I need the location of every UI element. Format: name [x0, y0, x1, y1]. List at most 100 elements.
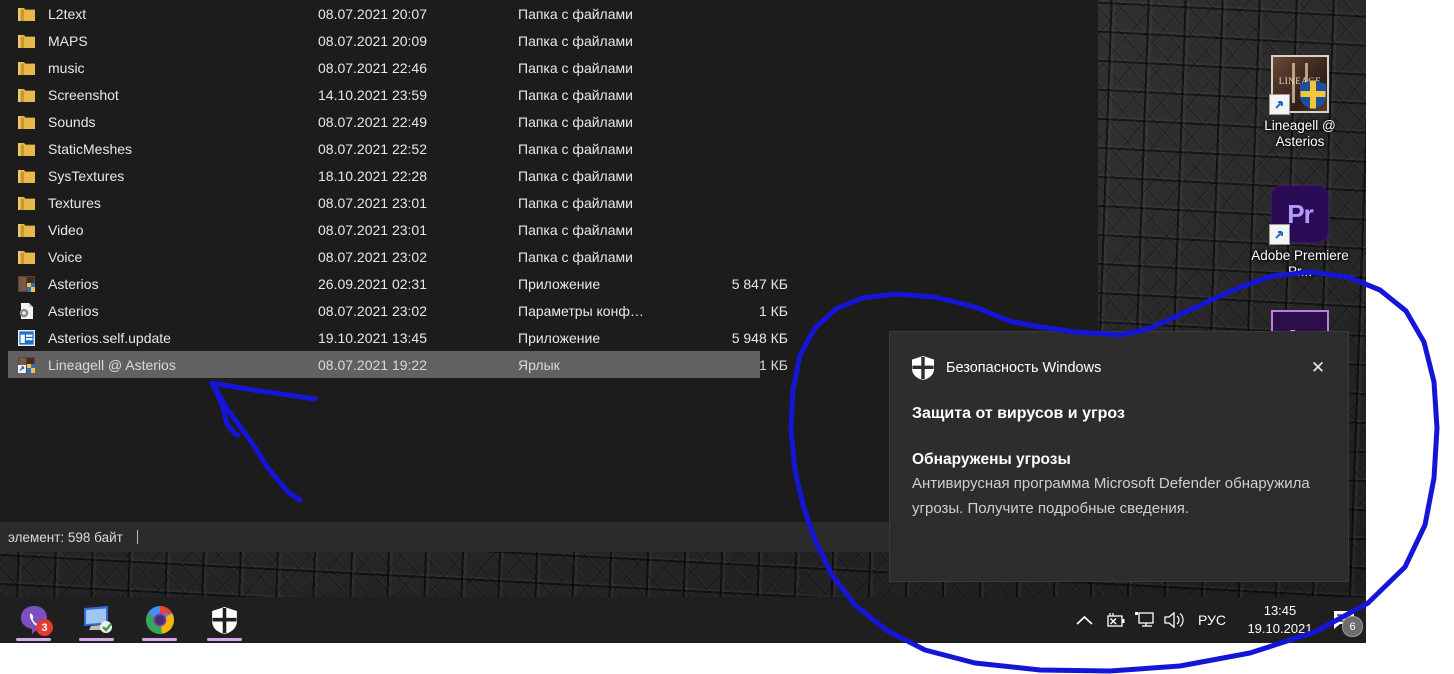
file-date: 08.07.2021 22:49 [318, 113, 427, 130]
folder-icon [18, 222, 38, 238]
language-indicator[interactable]: РУС [1198, 612, 1226, 628]
file-row[interactable]: Screenshot 14.10.2021 23:59 Папка с файлам… [0, 81, 1098, 108]
application-icon [18, 275, 38, 292]
file-type: Приложение [518, 329, 601, 346]
file-name: Asterios [48, 275, 99, 292]
desktop-icon-label: Lineagell @ Asterios [1264, 118, 1336, 149]
battery-error-icon[interactable] [1100, 597, 1130, 643]
window-app-icon [18, 329, 38, 346]
file-date: 08.07.2021 23:02 [318, 248, 427, 265]
file-row[interactable]: Asterios 26.09.2021 02:31 Приложение 5 847 … [0, 270, 1098, 297]
notification-header: Безопасность Windows [890, 332, 1348, 386]
desktop-icon-lineage2[interactable]: LINEAGE Lineagell @ Asterios [1245, 55, 1355, 150]
clock[interactable]: 13:45 19.10.2021 [1238, 597, 1322, 643]
status-separator [136, 530, 138, 544]
folder-icon [18, 141, 38, 157]
file-row[interactable]: SysTextures 18.10.2021 22:28 Папка с файла… [0, 162, 1098, 189]
folder-icon [18, 195, 38, 211]
file-size: 1 КБ [758, 356, 788, 373]
taskbar-item-windows-security[interactable] [201, 597, 248, 643]
file-date: 08.07.2021 23:01 [318, 221, 427, 238]
notification-body: Антивирусная программа Microsoft Defende… [912, 475, 1310, 517]
system-tray: РУС 13:45 19.10.2021 6 [1070, 597, 1366, 643]
chevron-up-icon[interactable] [1070, 597, 1100, 643]
notification-title: Защита от вирусов и угроз [912, 405, 1125, 422]
lineage2-icon: LINEAGE [1269, 55, 1329, 115]
folder-icon [18, 87, 38, 103]
file-row[interactable]: Sounds 08.07.2021 22:49 Папка с файлами [0, 108, 1098, 135]
file-type: Папка с файлами [518, 140, 633, 157]
file-date: 08.07.2021 22:46 [318, 59, 427, 76]
file-name: L2text [48, 5, 87, 22]
file-type: Папка с файлами [518, 59, 633, 76]
volume-icon[interactable] [1160, 597, 1190, 643]
notification-app-name: Безопасность Windows [946, 360, 1102, 376]
file-name: StaticMeshes [48, 140, 133, 157]
file-type: Папка с файлами [518, 86, 633, 103]
folder-icon [18, 6, 38, 22]
file-row[interactable]: L2text 08.07.2021 20:07 Папка с файлами [0, 0, 1098, 27]
shortcut-arrow-badge [1269, 224, 1290, 245]
file-row[interactable]: Textures 08.07.2021 23:01 Папка с файлами [0, 189, 1098, 216]
folder-icon [18, 249, 38, 265]
file-size: 5 847 КБ [731, 275, 788, 292]
file-type: Ярлык [518, 356, 560, 373]
close-icon[interactable]: ✕ [1304, 354, 1332, 382]
file-name: SysTextures [48, 167, 125, 184]
file-date: 26.09.2021 02:31 [318, 275, 427, 292]
file-type: Папка с файлами [518, 221, 633, 238]
desktop-icon-adobe-premiere[interactable]: Pr Adobe Premiere Pr... [1245, 185, 1355, 280]
taskbar-item-chrome[interactable] [136, 597, 183, 643]
active-indicator [16, 638, 51, 641]
shield-icon [912, 356, 934, 380]
file-type: Папка с файлами [518, 248, 633, 265]
taskbar-item-viber[interactable]: 3 [10, 597, 57, 643]
file-row[interactable]: MAPS 08.07.2021 20:09 Папка с файлами [0, 27, 1098, 54]
file-date: 19.10.2021 13:45 [318, 329, 427, 346]
file-date: 08.07.2021 20:07 [318, 5, 427, 22]
file-type: Параметры конф… [518, 302, 644, 319]
status-text: элемент: 598 байт [8, 529, 123, 545]
file-row[interactable]: StaticMeshes 08.07.2021 22:52 Папка с файл… [0, 135, 1098, 162]
folder-icon [18, 114, 38, 130]
file-name: Sounds [48, 113, 96, 130]
file-name: Video [48, 221, 84, 238]
action-center-button[interactable]: 6 [1322, 597, 1366, 643]
file-list[interactable]: L2text 08.07.2021 20:07 Папка с файлами MAP… [0, 0, 1098, 378]
file-row[interactable]: Video 08.07.2021 23:01 Папка с файлами [0, 216, 1098, 243]
lineage2-shield-icon [1300, 80, 1326, 109]
file-type: Папка с файлами [518, 167, 633, 184]
file-date: 08.07.2021 19:22 [318, 356, 427, 373]
file-type: Папка с файлами [518, 113, 633, 130]
remote-desktop-icon [83, 606, 112, 633]
screen-capture-area: LINEAGE Lineagell @ Asterios Pr Adobe Pr… [0, 0, 1366, 643]
folder-icon [18, 168, 38, 184]
file-name: Lineagell @ Asterios [48, 356, 176, 373]
folder-icon [18, 33, 38, 49]
file-row[interactable]: Voice 08.07.2021 23:02 Папка с файлами [0, 243, 1098, 270]
clock-time: 13:45 [1263, 603, 1297, 618]
file-name: Screenshot [48, 86, 119, 103]
premiere-mark: Pr [1287, 198, 1313, 229]
viber-unread-badge: 3 [36, 619, 53, 636]
network-icon[interactable] [1130, 597, 1160, 643]
file-size: 1 КБ [758, 302, 788, 319]
windows-security-notification[interactable]: Безопасность Windows ✕ Защита от вирусов… [890, 332, 1348, 581]
file-name: music [48, 59, 85, 76]
file-row[interactable]: music 08.07.2021 22:46 Папка с файлами [0, 54, 1098, 81]
notification-subtitle: Обнаружены угрозы [912, 451, 1071, 468]
file-name: Textures [48, 194, 101, 211]
file-name: Voice [48, 248, 83, 265]
shield-icon [212, 606, 237, 634]
folder-icon [18, 60, 38, 76]
file-type: Папка с файлами [518, 5, 633, 22]
file-row[interactable]: Asterios 08.07.2021 23:02 Параметры конф… 1… [0, 297, 1098, 324]
taskbar: 3 РУС 13:45 19.10.2021 6 [0, 597, 1366, 643]
file-date: 14.10.2021 23:59 [318, 86, 427, 103]
taskbar-item-remote-desktop[interactable] [73, 597, 120, 643]
active-indicator [79, 638, 114, 641]
desktop-icon-label: Adobe Premiere Pr... [1251, 248, 1349, 279]
file-type: Приложение [518, 275, 601, 292]
file-size: 5 948 КБ [731, 329, 788, 346]
config-file-icon [18, 302, 38, 319]
